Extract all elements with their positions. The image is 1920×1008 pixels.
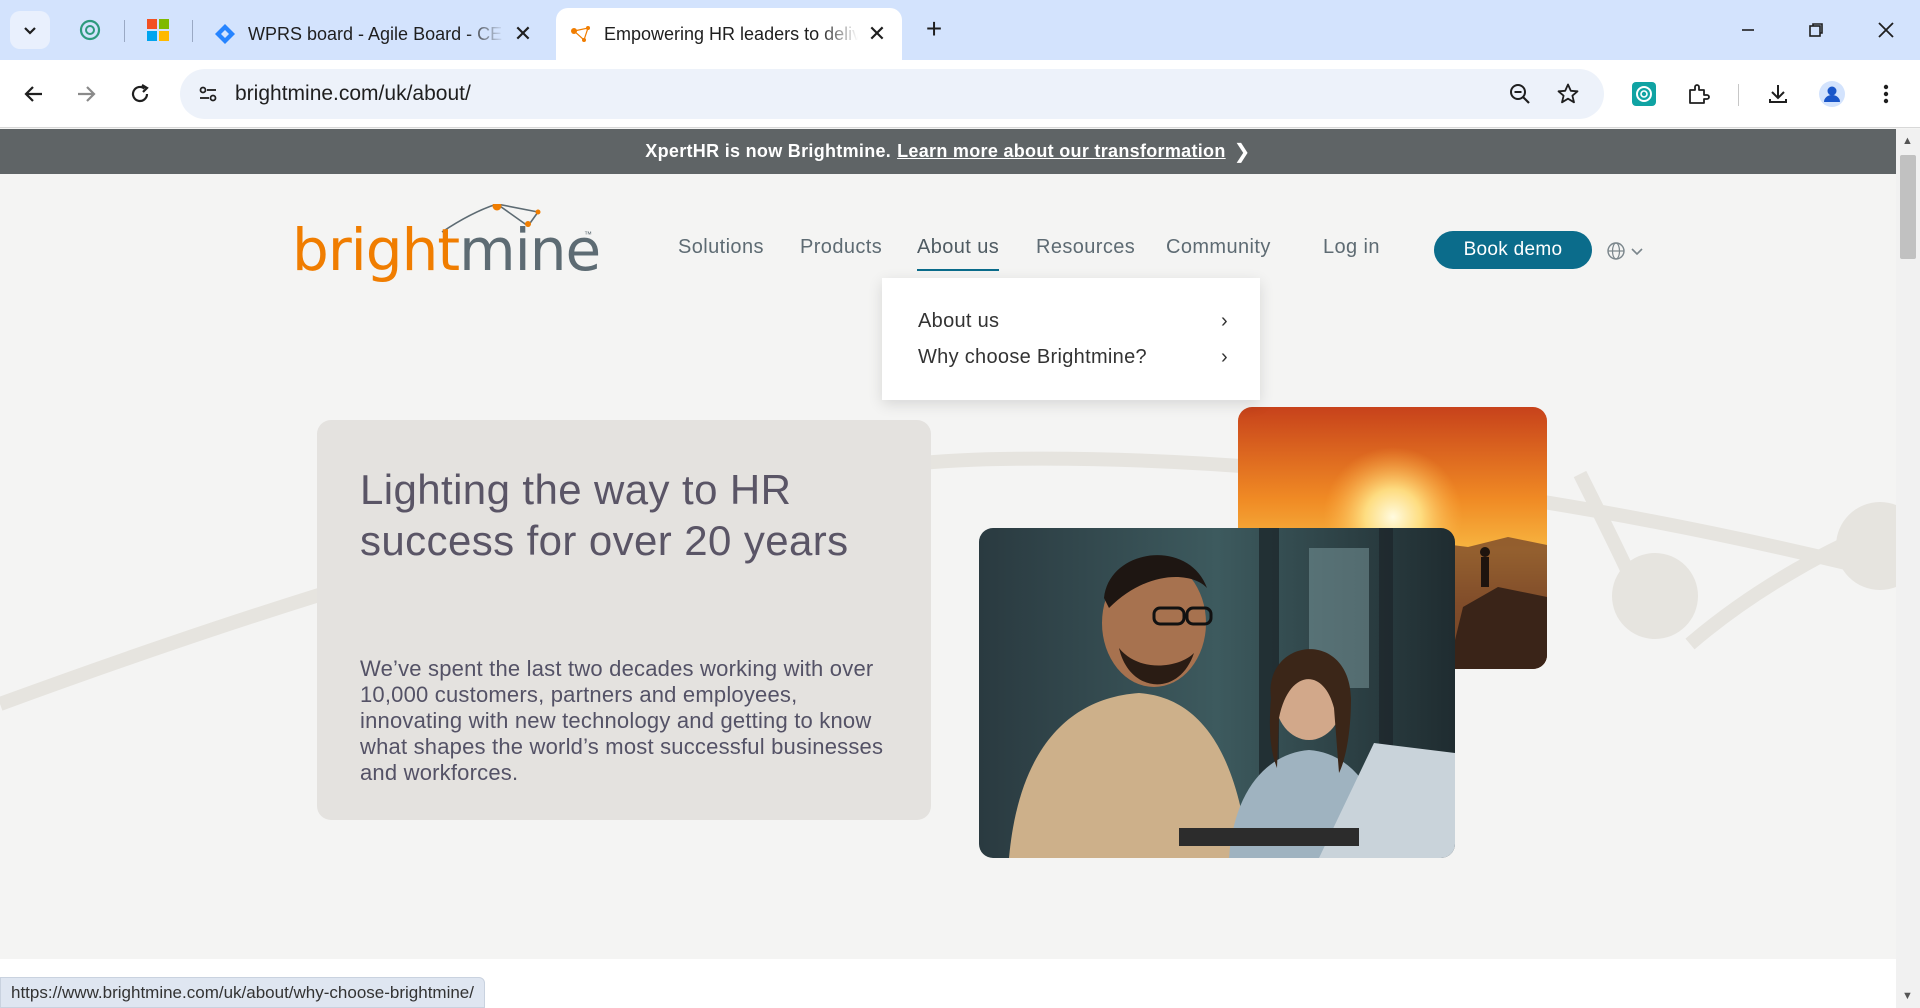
link-status-bar: https://www.brightmine.com/uk/about/why-… bbox=[0, 977, 485, 1008]
chatgpt-extension-icon bbox=[1632, 82, 1656, 106]
colleagues-laptop-image bbox=[979, 528, 1455, 858]
arrow-left-icon bbox=[24, 86, 42, 102]
site-settings-icon bbox=[199, 86, 217, 102]
dropdown-item-label: About us bbox=[918, 310, 1000, 332]
profile-button[interactable] bbox=[1816, 78, 1848, 110]
globe-icon bbox=[1607, 242, 1625, 260]
nav-about-us[interactable]: About us bbox=[917, 236, 1000, 271]
chevron-down-icon bbox=[24, 27, 36, 35]
close-icon bbox=[1878, 22, 1894, 38]
tab-search-button[interactable] bbox=[10, 11, 50, 49]
hero-card: Lighting the way to HR success for over … bbox=[317, 420, 931, 820]
restore-button[interactable] bbox=[1794, 10, 1838, 50]
pinned-tab-microsoft[interactable] bbox=[142, 14, 174, 46]
puzzle-icon bbox=[1689, 84, 1710, 104]
tab-title: WPRS board - Agile Board - CE bbox=[248, 23, 503, 44]
restore-icon bbox=[1809, 23, 1823, 37]
minimize-icon bbox=[1742, 29, 1754, 31]
zoom-out-icon bbox=[1510, 84, 1530, 104]
extension-chatgpt-button[interactable] bbox=[1628, 78, 1660, 110]
jira-icon bbox=[215, 24, 235, 44]
nav-resources[interactable]: Resources bbox=[1036, 236, 1135, 259]
zoom-button[interactable] bbox=[1504, 78, 1536, 110]
close-tab-icon[interactable]: ✕ bbox=[512, 21, 534, 47]
hero-description: We’ve spent the last two decades working… bbox=[360, 656, 884, 785]
dropdown-item-about-us[interactable]: About us › bbox=[918, 310, 1228, 333]
tab-separator bbox=[192, 20, 193, 42]
chevron-down-icon bbox=[1631, 248, 1643, 256]
chevron-right-icon: ❯ bbox=[1233, 141, 1251, 163]
reload-icon bbox=[131, 84, 149, 103]
chevron-right-icon: › bbox=[1221, 310, 1228, 332]
chatgpt-icon bbox=[79, 19, 101, 41]
dropdown-item-label: Why choose Brightmine? bbox=[918, 346, 1147, 368]
logo-wordmark: brightmine bbox=[292, 216, 601, 284]
bookmark-button[interactable] bbox=[1552, 78, 1584, 110]
book-demo-button[interactable]: Book demo bbox=[1434, 231, 1592, 269]
tab-brightmine[interactable]: Empowering HR leaders to deliver ✕ bbox=[556, 8, 902, 60]
nav-solutions[interactable]: Solutions bbox=[678, 236, 764, 259]
language-selector[interactable] bbox=[1606, 240, 1646, 262]
banner-text: XpertHR is now Brightmine. bbox=[645, 141, 892, 161]
downloads-button[interactable] bbox=[1762, 78, 1794, 110]
page-scrollbar[interactable]: ▲ ▼ bbox=[1896, 129, 1920, 1008]
star-icon bbox=[1557, 83, 1579, 104]
avatar-icon bbox=[1819, 81, 1845, 107]
pinned-tab-chatgpt[interactable] bbox=[74, 14, 106, 46]
close-tab-icon[interactable]: ✕ bbox=[866, 21, 888, 47]
forward-button[interactable] bbox=[66, 74, 106, 114]
brightmine-favicon bbox=[571, 26, 590, 42]
microsoft-icon bbox=[147, 19, 169, 41]
arrow-right-icon bbox=[78, 86, 96, 102]
nav-log-in[interactable]: Log in bbox=[1323, 236, 1380, 259]
hero-title: Lighting the way to HR success for over … bbox=[360, 466, 849, 564]
page-content: brightmine ™ Solutions Products About us… bbox=[0, 174, 1896, 959]
banner-link[interactable]: Learn more about our transformation bbox=[897, 141, 1226, 162]
url-text[interactable]: brightmine.com/uk/about/ bbox=[235, 82, 471, 106]
scroll-down-arrow-icon[interactable]: ▼ bbox=[1902, 990, 1913, 1002]
tab-wprs-board[interactable]: WPRS board - Agile Board - CE ✕ bbox=[200, 8, 548, 60]
more-vert-icon bbox=[1883, 84, 1889, 104]
extensions-button[interactable] bbox=[1682, 78, 1714, 110]
browser-menu-button[interactable] bbox=[1870, 78, 1902, 110]
minimize-button[interactable] bbox=[1726, 10, 1770, 50]
back-button[interactable] bbox=[14, 74, 54, 114]
announcement-banner: XpertHR is now Brightmine. Learn more ab… bbox=[0, 129, 1896, 174]
tab-separator bbox=[124, 20, 125, 42]
nav-community[interactable]: Community bbox=[1166, 236, 1271, 259]
download-icon bbox=[1769, 85, 1787, 103]
about-us-dropdown-menu: About us › Why choose Brightmine? › bbox=[882, 278, 1260, 400]
trademark-symbol: ™ bbox=[584, 230, 592, 239]
browser-tab-bar: WPRS board - Agile Board - CE ✕ Empoweri… bbox=[0, 0, 1920, 60]
address-bar[interactable]: brightmine.com/uk/about/ bbox=[180, 69, 1604, 119]
site-info-button[interactable] bbox=[192, 78, 224, 110]
chevron-right-icon: › bbox=[1221, 346, 1228, 368]
dropdown-item-why-choose-brightmine[interactable]: Why choose Brightmine? › bbox=[918, 346, 1228, 369]
new-tab-button[interactable]: + bbox=[918, 14, 950, 46]
toolbar-separator bbox=[1738, 84, 1739, 106]
reload-button[interactable] bbox=[120, 74, 160, 114]
nav-products[interactable]: Products bbox=[800, 236, 882, 259]
close-window-button[interactable] bbox=[1864, 10, 1908, 50]
tab-title: Empowering HR leaders to deliver bbox=[604, 23, 858, 44]
scroll-up-arrow-icon[interactable]: ▲ bbox=[1902, 135, 1913, 147]
scrollbar-thumb[interactable] bbox=[1900, 155, 1916, 259]
browser-toolbar: brightmine.com/uk/about/ bbox=[0, 60, 1920, 128]
